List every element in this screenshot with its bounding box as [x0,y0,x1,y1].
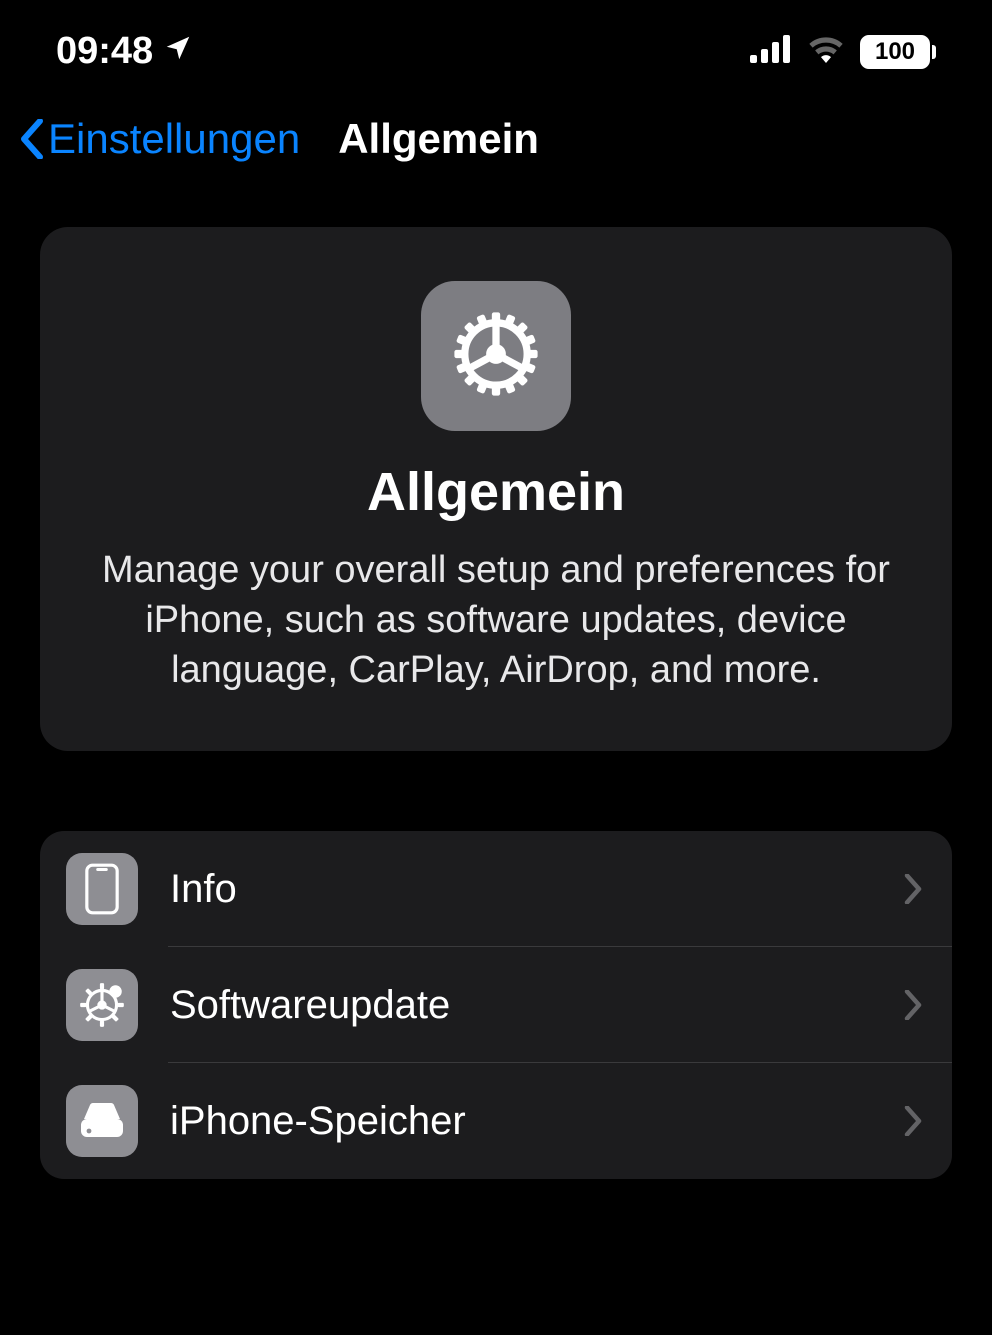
status-right: 100 [750,30,936,73]
location-arrow-icon [163,30,193,73]
hero-icon-wrap [421,281,571,431]
status-left: 09:48 [56,30,193,73]
gear-icon [444,302,548,411]
list-row-label: iPhone-Speicher [170,1099,904,1144]
back-button[interactable]: Einstellungen [20,115,318,163]
storage-icon [66,1085,138,1157]
status-bar: 09:48 100 [0,0,992,83]
battery-percent: 100 [860,35,930,69]
list-row-iphone-speicher[interactable]: iPhone-Speicher [40,1063,952,1179]
list-row-label: Softwareupdate [170,983,904,1028]
list-row-info[interactable]: Info [40,831,952,947]
chevron-right-icon [904,874,922,904]
hero-card: Allgemein Manage your overall setup and … [40,227,952,751]
chevron-right-icon [904,1106,922,1136]
settings-list: Info [40,831,952,1179]
chevron-right-icon [904,990,922,1020]
wifi-icon [806,30,846,73]
hero-title: Allgemein [80,461,912,523]
list-row-softwareupdate[interactable]: Softwareupdate [40,947,952,1063]
hero-description: Manage your overall setup and preference… [80,545,912,695]
status-time: 09:48 [56,30,153,73]
iphone-icon [66,853,138,925]
back-button-label: Einstellungen [48,115,300,163]
list-row-label: Info [170,867,904,912]
cellular-signal-icon [750,30,792,73]
gear-badge-icon [66,969,138,1041]
nav-bar: Einstellungen Allgemein [0,83,992,187]
nav-title: Allgemein [338,115,539,163]
chevron-left-icon [20,119,44,159]
battery-icon: 100 [860,35,936,69]
